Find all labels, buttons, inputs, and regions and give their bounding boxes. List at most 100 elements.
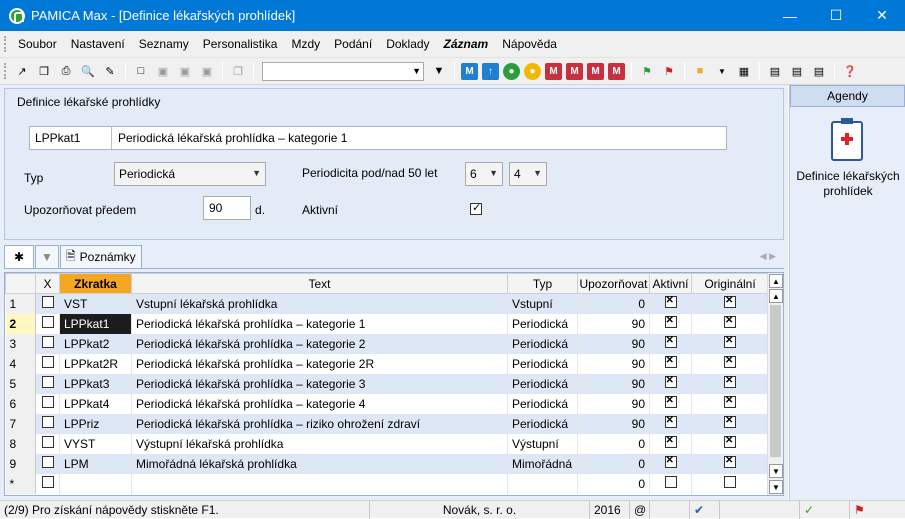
tab-scroll-arrows-icon[interactable]: ◀ ▶ (760, 251, 776, 262)
row-notify[interactable]: 0 (577, 453, 650, 474)
print-preview-icon[interactable]: 🔍 (79, 62, 97, 80)
medical-clipboard-icon[interactable] (831, 118, 863, 161)
checkbox[interactable] (664, 355, 677, 368)
row-notify[interactable]: 90 (577, 373, 650, 394)
row-checkbox[interactable] (35, 373, 60, 394)
checkbox[interactable] (41, 456, 54, 468)
row-type[interactable]: Periodická (507, 333, 578, 354)
row-text[interactable]: Periodická lékařská prohlídka – kategori… (131, 333, 508, 354)
filter-combo[interactable]: ▼ (262, 61, 424, 81)
checkbox[interactable] (724, 315, 736, 328)
menu-soubor[interactable]: Soubor (11, 37, 64, 51)
notify-input[interactable]: 90 (203, 196, 251, 220)
row-checkbox[interactable] (35, 393, 60, 414)
name-value[interactable]: Periodická lékařská prohlídka – kategori… (112, 131, 347, 145)
periodicity-over-select[interactable]: 4 ▼ (509, 162, 547, 186)
tab-new[interactable]: ✱ (4, 245, 34, 268)
checkbox[interactable] (664, 335, 677, 348)
periodicity-under-select[interactable]: 6 ▼ (465, 162, 503, 186)
note-icon[interactable]: ▤ (810, 62, 828, 80)
filter-icon[interactable]: ▼ (430, 62, 448, 80)
m-red-icon[interactable]: M (545, 62, 562, 80)
row-notify[interactable]: 90 (577, 333, 650, 354)
checkbox[interactable] (664, 375, 677, 388)
person-upload-icon[interactable]: ↑ (482, 62, 499, 80)
row-active[interactable] (649, 413, 692, 434)
row-type[interactable]: Periodická (507, 313, 578, 334)
row-checkbox[interactable] (35, 433, 60, 454)
row-notify[interactable]: 0 (577, 433, 650, 454)
checkbox[interactable] (41, 376, 54, 388)
help-icon[interactable]: ❓ (841, 62, 859, 80)
row-type[interactable] (507, 473, 578, 494)
agendy-item-label[interactable]: Definice lékařských prohlídek (790, 169, 905, 199)
name-field[interactable]: LPPkat1 Periodická lékařská prohlídka – … (29, 126, 727, 150)
row-original[interactable] (691, 393, 769, 414)
row-original[interactable] (691, 353, 769, 374)
row-notify[interactable]: 90 (577, 413, 650, 434)
checkbox[interactable] (724, 415, 736, 428)
row-code[interactable]: LPPkat1 (59, 313, 132, 334)
row-checkbox[interactable] (35, 413, 60, 434)
checkbox[interactable] (724, 455, 736, 468)
checkbox[interactable] (724, 335, 736, 348)
tab-filter[interactable]: ▼ (35, 245, 59, 268)
scroll-bottom-icon[interactable]: ▼ (769, 480, 783, 494)
folder-dropdown-icon[interactable]: ▼ (713, 62, 731, 80)
folder-icon[interactable]: ■ (691, 62, 709, 80)
row-code[interactable]: LPPkat4 (59, 393, 132, 414)
print-icon[interactable]: ⎙ (57, 62, 75, 80)
row-number[interactable]: 7 (5, 413, 36, 434)
row-code[interactable]: LPPkat2 (59, 333, 132, 354)
row-text[interactable]: Periodická lékařská prohlídka – riziko o… (131, 413, 508, 434)
row-code[interactable] (59, 473, 132, 494)
copy-tool-icon[interactable]: ❐ (35, 62, 53, 80)
duplicate-icon[interactable]: ❐ (229, 62, 247, 80)
save-all-icon[interactable]: ▣ (176, 62, 194, 80)
row-type[interactable]: Vstupní (507, 293, 578, 314)
header-originalni[interactable]: Originální (691, 273, 769, 294)
row-code[interactable]: LPPkat2R (59, 353, 132, 374)
header-zkratka[interactable]: Zkratka (59, 273, 132, 294)
row-text[interactable] (131, 473, 508, 494)
m-red-3-icon[interactable]: M (587, 62, 604, 80)
checkbox[interactable] (724, 375, 736, 388)
checkbox[interactable] (664, 315, 677, 328)
ok-icon[interactable]: ✓ (800, 500, 850, 519)
maximize-button[interactable]: ☐ (813, 0, 859, 31)
row-original[interactable] (691, 433, 769, 454)
row-active[interactable] (649, 433, 692, 454)
row-active[interactable] (649, 393, 692, 414)
row-code[interactable]: LPM (59, 453, 132, 474)
header-upozornovat[interactable]: Upozorňovat (577, 273, 650, 294)
minimize-button[interactable]: — (767, 0, 813, 31)
table-row[interactable]: 4 LPPkat2R Periodická lékařská prohlídka –… (5, 353, 769, 374)
new-record-icon[interactable]: □ (132, 62, 150, 80)
m-red-4-icon[interactable]: M (608, 62, 625, 80)
row-number[interactable]: 1 (5, 293, 36, 314)
message-icon[interactable]: ▤ (766, 62, 784, 80)
row-original[interactable] (691, 333, 769, 354)
row-active[interactable] (649, 293, 692, 314)
type-select[interactable]: Periodická ▼ (114, 162, 266, 186)
delete-icon[interactable]: ▣ (198, 62, 216, 80)
row-code[interactable]: LPPriz (59, 413, 132, 434)
scroll-down-icon[interactable]: ▼ (769, 464, 783, 478)
select-tool-icon[interactable]: ↗ (13, 62, 31, 80)
row-checkbox[interactable] (35, 313, 60, 334)
checkbox[interactable] (724, 476, 736, 488)
row-type[interactable]: Periodická (507, 373, 578, 394)
list-icon[interactable]: ▤ (788, 62, 806, 80)
flag-icon[interactable]: ⚑ (850, 501, 890, 519)
checkbox[interactable] (41, 396, 54, 408)
row-original[interactable] (691, 413, 769, 434)
header-text[interactable]: Text (131, 273, 508, 294)
vertical-scrollbar[interactable]: ▲ ▲ ▼ ▼ (767, 273, 783, 495)
checkbox[interactable] (41, 436, 54, 448)
row-type[interactable]: Mimořádná (507, 453, 578, 474)
checkbox[interactable] (724, 295, 736, 309)
checkbox[interactable] (41, 476, 54, 488)
row-number[interactable]: 3 (5, 333, 36, 354)
tab-notes[interactable]: 🗎 Poznámky (60, 245, 142, 268)
row-code[interactable]: VST (59, 293, 132, 314)
